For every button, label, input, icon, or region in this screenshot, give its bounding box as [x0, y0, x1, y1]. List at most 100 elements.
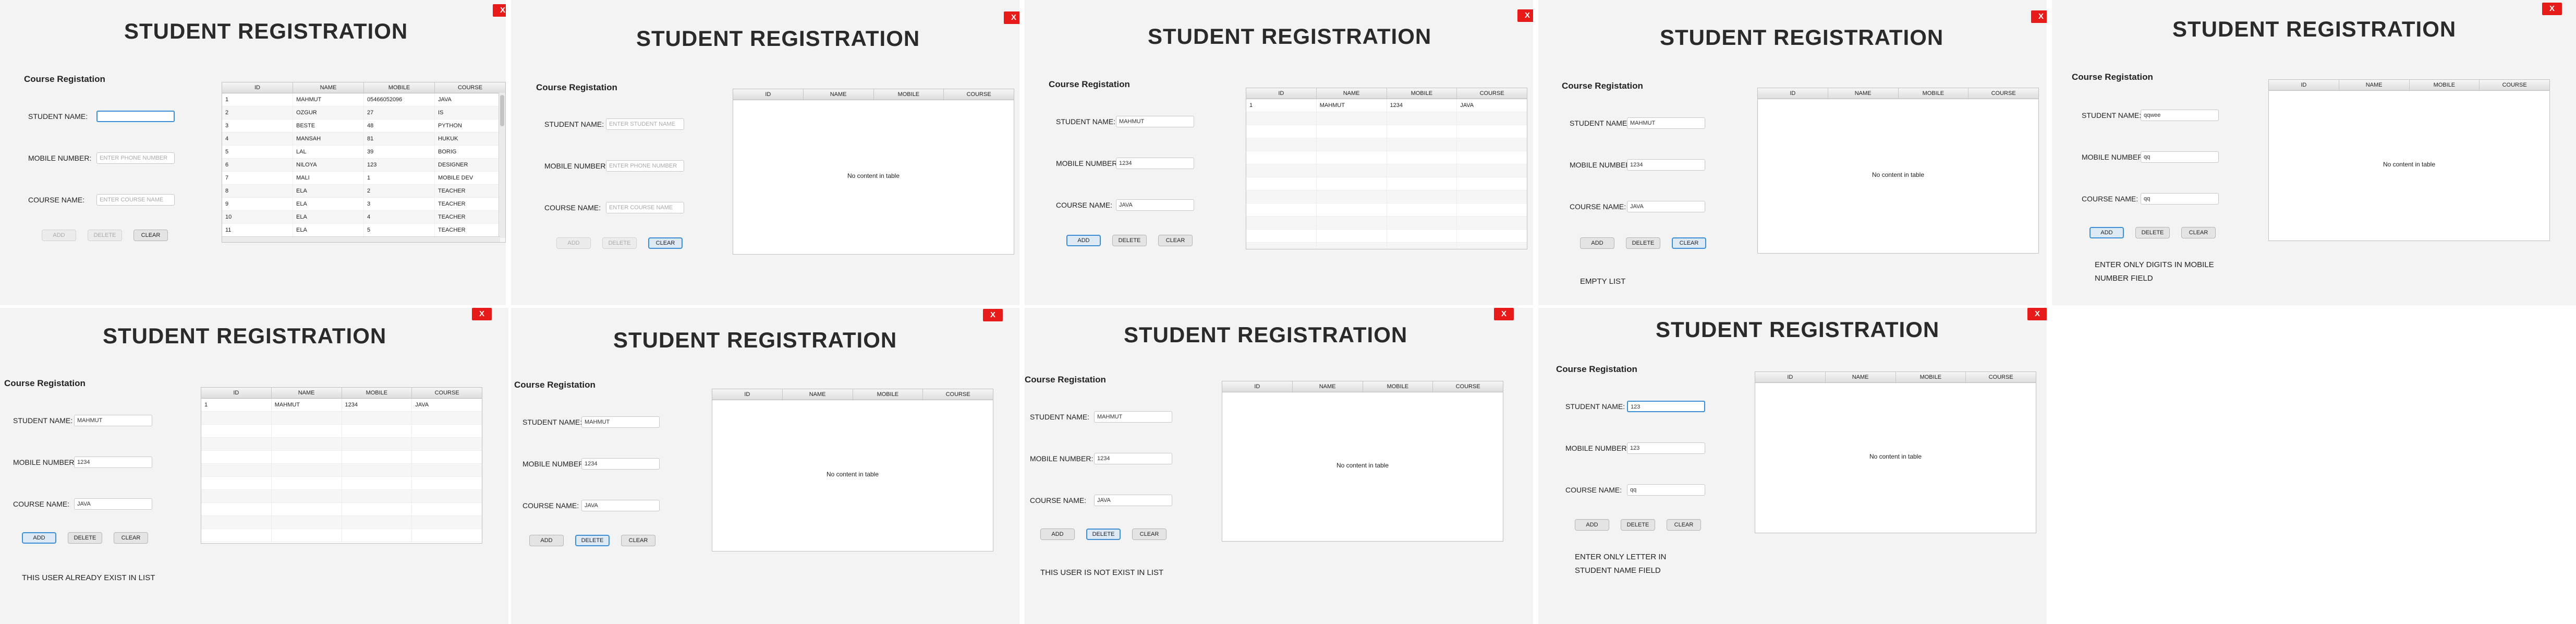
table-row[interactable]: 2 OZGUR 27 IS: [222, 106, 505, 119]
student-table[interactable]: ID NAME MOBILE COURSE 1 MAHMUT 1234 JAVA: [201, 387, 482, 544]
column-header-course[interactable]: COURSE: [1457, 88, 1527, 99]
column-header-name[interactable]: NAME: [1293, 381, 1363, 392]
student-table[interactable]: ID NAME MOBILE COURSE No content in table: [2268, 79, 2550, 241]
student-table[interactable]: ID NAME MOBILE COURSE 1 MAHMUT 1234 JAVA: [1246, 88, 1527, 249]
delete-button[interactable]: DELETE: [1621, 519, 1655, 531]
table-row[interactable]: [201, 451, 482, 464]
add-button[interactable]: ADD: [1575, 519, 1609, 531]
column-header-course[interactable]: COURSE: [412, 388, 482, 398]
student-name-input[interactable]: MAHMUT: [74, 415, 152, 426]
student-name-input[interactable]: ENTER STUDENT NAME: [606, 118, 684, 130]
column-header-course[interactable]: COURSE: [1969, 88, 2038, 99]
delete-button[interactable]: DELETE: [575, 535, 610, 546]
column-header-id[interactable]: ID: [1758, 88, 1828, 99]
clear-button[interactable]: CLEAR: [2181, 227, 2216, 238]
table-row[interactable]: 7 MALI 1 MOBILE DEV: [222, 172, 505, 185]
clear-button[interactable]: CLEAR: [1667, 519, 1701, 531]
mobile-number-input[interactable]: ENTER PHONE NUMBER: [96, 152, 175, 164]
mobile-number-input[interactable]: 1234: [1116, 158, 1194, 169]
course-name-input[interactable]: JAVA: [1116, 199, 1194, 211]
column-header-id[interactable]: ID: [2269, 80, 2339, 90]
column-header-mobile[interactable]: MOBILE: [1363, 381, 1433, 392]
course-name-input[interactable]: ENTER COURSE NAME: [606, 202, 684, 213]
clear-button[interactable]: CLEAR: [648, 237, 683, 249]
column-header-id[interactable]: ID: [712, 389, 783, 400]
column-header-mobile[interactable]: MOBILE: [874, 89, 944, 100]
close-button[interactable]: X: [472, 308, 492, 320]
student-table[interactable]: ID NAME MOBILE COURSE No content in table: [1755, 371, 2036, 533]
column-header-name[interactable]: NAME: [1828, 88, 1899, 99]
column-header-id[interactable]: ID: [1755, 372, 1826, 382]
column-header-mobile[interactable]: MOBILE: [342, 388, 412, 398]
table-row[interactable]: [1246, 177, 1527, 190]
column-header-name[interactable]: NAME: [1317, 88, 1387, 99]
mobile-number-input[interactable]: 1234: [1627, 159, 1705, 171]
student-name-input[interactable]: MAHMUT: [1094, 411, 1172, 423]
table-row[interactable]: 1 MAHMUT 1234 JAVA: [201, 399, 482, 412]
add-button[interactable]: ADD: [2089, 227, 2124, 238]
mobile-number-input[interactable]: 123: [1627, 442, 1705, 454]
table-row[interactable]: 1 MAHMUT 05466052096 JAVA: [222, 93, 505, 106]
mobile-number-input[interactable]: 1234: [581, 458, 660, 470]
course-name-input[interactable]: JAVA: [581, 500, 660, 511]
delete-button[interactable]: DELETE: [1626, 237, 1660, 249]
table-row[interactable]: [201, 516, 482, 529]
student-table[interactable]: ID NAME MOBILE COURSE No content in table: [712, 389, 993, 551]
mobile-number-input[interactable]: ENTER PHONE NUMBER: [606, 160, 684, 172]
table-row[interactable]: [1246, 112, 1527, 125]
mobile-number-input[interactable]: qq: [2141, 151, 2219, 163]
table-row[interactable]: [201, 529, 482, 542]
column-header-mobile[interactable]: MOBILE: [1896, 372, 1966, 382]
course-name-input[interactable]: JAVA: [1094, 495, 1172, 506]
clear-button[interactable]: CLEAR: [114, 532, 148, 544]
add-button[interactable]: ADD: [1580, 237, 1614, 249]
column-header-id[interactable]: ID: [733, 89, 804, 100]
table-row[interactable]: [1246, 217, 1527, 230]
column-header-id[interactable]: ID: [222, 82, 293, 93]
column-header-course[interactable]: COURSE: [1966, 372, 2036, 382]
close-button[interactable]: X: [2031, 10, 2047, 23]
clear-button[interactable]: CLEAR: [1672, 237, 1706, 249]
table-row[interactable]: 3 BESTE 48 PYTHON: [222, 119, 505, 133]
table-row[interactable]: [1246, 138, 1527, 151]
column-header-name[interactable]: NAME: [2339, 80, 2410, 90]
column-header-id[interactable]: ID: [201, 388, 272, 398]
add-button[interactable]: ADD: [556, 237, 591, 249]
delete-button[interactable]: DELETE: [602, 237, 637, 249]
column-header-mobile[interactable]: MOBILE: [2410, 80, 2480, 90]
table-row[interactable]: [201, 503, 482, 516]
table-row[interactable]: [201, 412, 482, 425]
table-row[interactable]: 11 ELA 5 TEACHER: [222, 224, 505, 237]
scrollbar-thumb[interactable]: [500, 95, 504, 126]
add-button[interactable]: ADD: [42, 230, 76, 241]
table-row[interactable]: [201, 438, 482, 451]
clear-button[interactable]: CLEAR: [133, 230, 168, 241]
table-row[interactable]: 1 MAHMUT 1234 JAVA: [1246, 99, 1527, 112]
course-name-input[interactable]: ENTER COURSE NAME: [96, 194, 175, 206]
table-row[interactable]: 5 LAL 39 BORIG: [222, 146, 505, 159]
column-header-mobile[interactable]: MOBILE: [364, 82, 435, 93]
student-name-input[interactable]: qqwee: [2141, 110, 2219, 121]
column-header-name[interactable]: NAME: [804, 89, 874, 100]
delete-button[interactable]: DELETE: [1112, 235, 1147, 246]
column-header-id[interactable]: ID: [1246, 88, 1317, 99]
column-header-course[interactable]: COURSE: [923, 389, 993, 400]
course-name-input[interactable]: JAVA: [74, 498, 152, 510]
add-button[interactable]: ADD: [1040, 529, 1075, 540]
course-name-input[interactable]: qq: [2141, 193, 2219, 205]
student-name-input[interactable]: MAHMUT: [581, 416, 660, 428]
add-button[interactable]: ADD: [529, 535, 564, 546]
close-button[interactable]: X: [2542, 3, 2562, 15]
table-row[interactable]: [1246, 151, 1527, 164]
clear-button[interactable]: CLEAR: [1158, 235, 1193, 246]
course-name-input[interactable]: JAVA: [1627, 201, 1705, 212]
course-name-input[interactable]: qq: [1627, 484, 1705, 496]
table-row[interactable]: [1246, 125, 1527, 138]
table-row[interactable]: 4 MANSAH 81 HUKUK: [222, 133, 505, 146]
table-row[interactable]: 10 ELA 4 TEACHER: [222, 211, 505, 224]
delete-button[interactable]: DELETE: [2135, 227, 2170, 238]
delete-button[interactable]: DELETE: [1086, 529, 1121, 540]
column-header-course[interactable]: COURSE: [1433, 381, 1503, 392]
table-row[interactable]: [201, 425, 482, 438]
column-header-mobile[interactable]: MOBILE: [853, 389, 924, 400]
